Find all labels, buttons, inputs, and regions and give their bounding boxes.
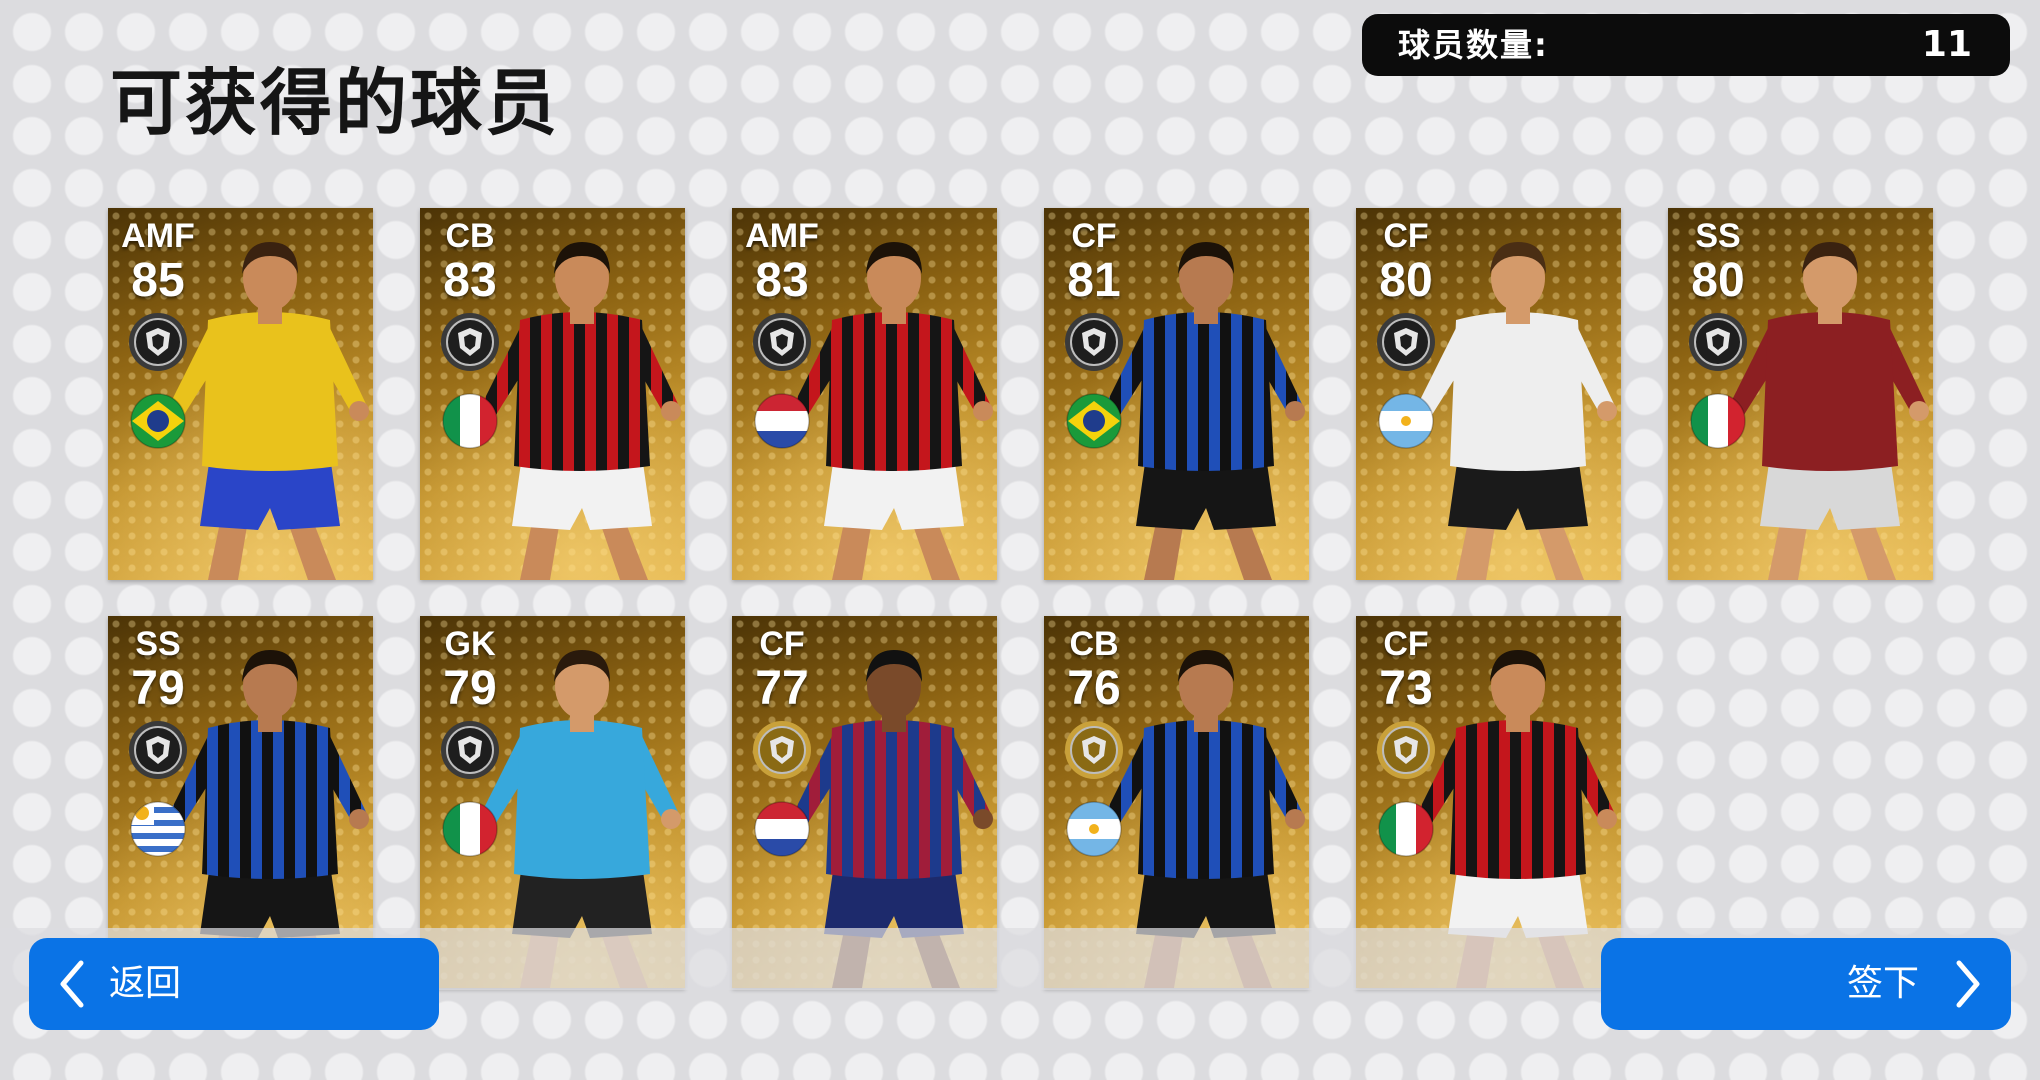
flag-argentina-icon — [1378, 393, 1434, 449]
player-count-value: 11 — [1921, 24, 1972, 65]
player-type-badge-icon — [753, 721, 811, 779]
flag-argentina-icon — [1066, 801, 1122, 857]
flag-brazil-icon — [1066, 393, 1122, 449]
flag-netherlands-icon — [754, 393, 810, 449]
player-type-badge-icon — [441, 721, 499, 779]
player-card[interactable]: SS 80 — [1668, 208, 1933, 580]
player-rating: 79 — [443, 662, 497, 715]
player-type-badge-icon — [129, 721, 187, 779]
flag-italy-icon — [442, 801, 498, 857]
app-screen: { "page": { "title": "可获得的球员", "player_c… — [0, 0, 2040, 1080]
player-type-badge-icon — [753, 313, 811, 371]
player-rating: 80 — [1691, 254, 1745, 307]
back-button[interactable]: 返回 — [29, 938, 439, 1030]
player-card[interactable]: CF 80 — [1356, 208, 1621, 580]
player-position: SS — [135, 625, 181, 663]
player-type-badge-icon — [1377, 313, 1435, 371]
player-position: CB — [445, 217, 495, 255]
player-type-badge-icon — [1689, 313, 1747, 371]
sign-button-label: 签下 — [1846, 963, 1919, 1004]
sign-button[interactable]: 签下 — [1601, 938, 2011, 1030]
player-card[interactable]: CB 83 — [420, 208, 685, 580]
player-position: SS — [1695, 217, 1741, 255]
player-card[interactable]: CF 81 — [1044, 208, 1309, 580]
chevron-left-icon — [60, 960, 84, 1008]
flag-uruguay-icon — [130, 801, 186, 857]
flag-brazil-icon — [130, 393, 186, 449]
flag-italy-icon — [442, 393, 498, 449]
player-rating: 77 — [755, 662, 809, 715]
player-position: GK — [444, 625, 496, 663]
player-position: AMF — [121, 217, 195, 255]
player-type-badge-icon — [129, 313, 187, 371]
flag-netherlands-icon — [754, 801, 810, 857]
player-position: AMF — [745, 217, 819, 255]
chevron-right-icon — [1956, 960, 1980, 1008]
player-rating: 81 — [1067, 254, 1121, 307]
player-rating: 83 — [443, 254, 497, 307]
page-title: 可获得的球员 — [110, 61, 561, 145]
player-rating: 73 — [1379, 662, 1433, 715]
player-count-label: 球员数量: — [1398, 26, 1549, 64]
back-button-label: 返回 — [109, 963, 182, 1004]
player-type-badge-icon — [1065, 721, 1123, 779]
player-card[interactable]: AMF 83 — [732, 208, 997, 580]
player-count-bar: 球员数量: 11 — [1362, 14, 2010, 76]
flag-italy-icon — [1378, 801, 1434, 857]
player-position: CF — [1383, 625, 1429, 663]
player-position: CF — [1071, 217, 1117, 255]
player-card[interactable]: AMF 85 — [108, 208, 373, 580]
player-position: CB — [1069, 625, 1119, 663]
player-rating: 79 — [131, 662, 185, 715]
player-position: CF — [759, 625, 805, 663]
player-type-badge-icon — [441, 313, 499, 371]
player-type-badge-icon — [1377, 721, 1435, 779]
flag-italy-icon — [1690, 393, 1746, 449]
player-rating: 85 — [131, 254, 185, 307]
player-rating: 83 — [755, 254, 809, 307]
player-position: CF — [1383, 217, 1429, 255]
player-type-badge-icon — [1065, 313, 1123, 371]
player-rating: 80 — [1379, 254, 1433, 307]
player-rating: 76 — [1067, 662, 1121, 715]
